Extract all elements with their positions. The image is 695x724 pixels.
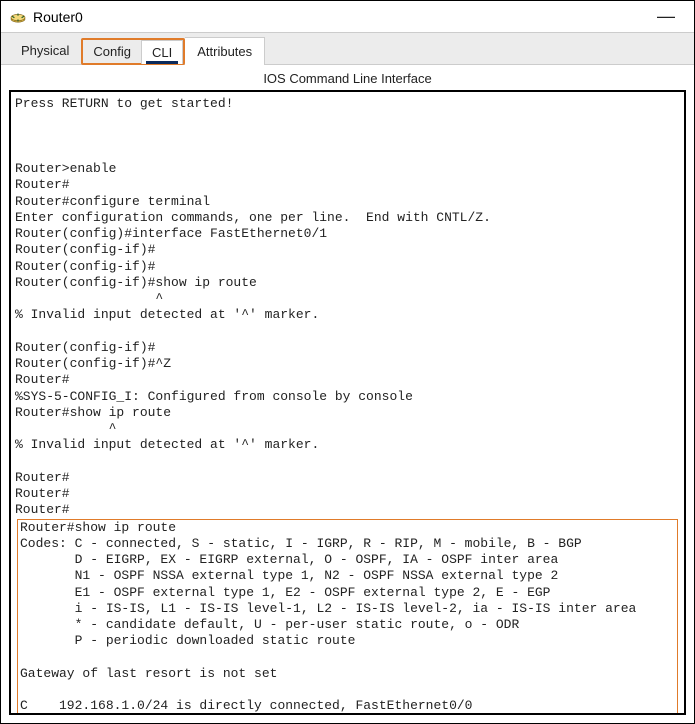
router-icon — [9, 8, 27, 26]
tab-attributes[interactable]: Attributes — [185, 37, 265, 65]
terminal-block-2-highlight: Router#show ip route Codes: C - connecte… — [17, 519, 678, 716]
terminal-frame: Press RETURN to get started! Router>enab… — [9, 90, 686, 715]
terminal-block-1: Press RETURN to get started! Router>enab… — [15, 96, 680, 519]
tab-bar: Physical Config CLI Attributes — [1, 33, 694, 65]
terminal-block-2: Router#show ip route Codes: C - connecte… — [20, 520, 675, 716]
tab-highlight-group: Config CLI — [81, 38, 185, 65]
cli-subtitle: IOS Command Line Interface — [1, 65, 694, 90]
window-title: Router0 — [33, 9, 646, 25]
tab-physical[interactable]: Physical — [9, 37, 81, 64]
titlebar: Router0 — — [1, 1, 694, 33]
tab-config[interactable]: Config — [83, 40, 141, 63]
minimize-button[interactable]: — — [646, 6, 686, 27]
app-window: Router0 — Physical Config CLI Attributes… — [0, 0, 695, 724]
tab-cli[interactable]: CLI — [141, 40, 183, 64]
terminal-output[interactable]: Press RETURN to get started! Router>enab… — [11, 92, 684, 715]
